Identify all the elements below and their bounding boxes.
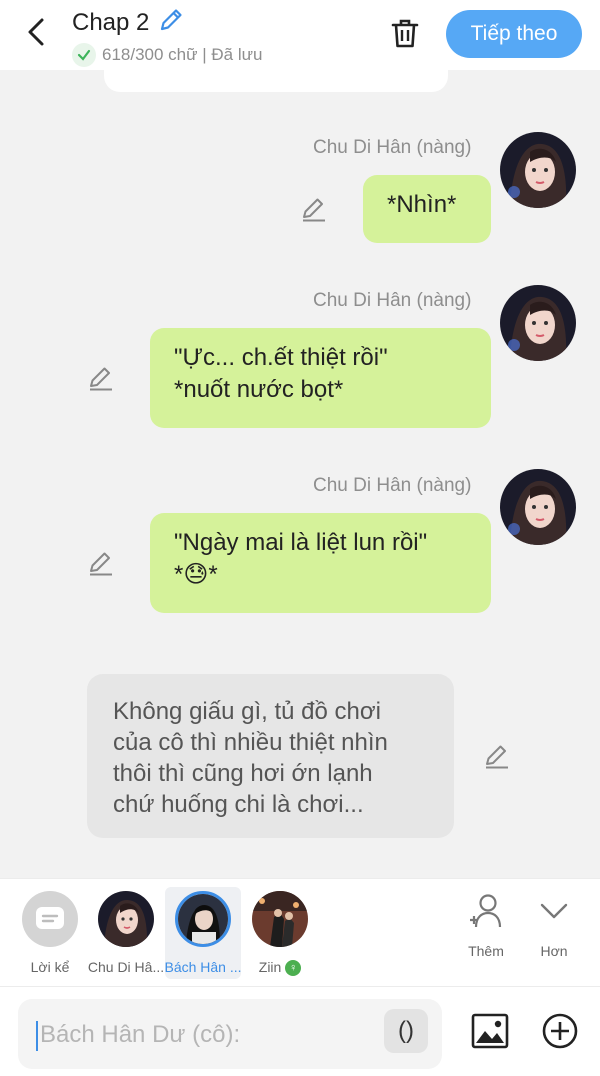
- message-bubble[interactable]: *Nhìn*: [363, 175, 491, 243]
- avatar: [252, 891, 308, 947]
- avatar[interactable]: [500, 469, 576, 545]
- chevron-down-icon: [540, 903, 568, 919]
- add-person-icon: [470, 894, 502, 928]
- narration-text-line: của cô thì nhiều thiệt nhìn: [113, 729, 388, 756]
- plus-circle-icon: [542, 1013, 578, 1049]
- character-label: Bách Hân ...: [164, 959, 242, 975]
- message-text-line: "Ực... ch.ết thiệt rồi": [174, 344, 388, 371]
- message-text-line: *nuốt nước bọt*: [174, 376, 344, 403]
- avatar: [175, 891, 231, 947]
- character-badge-icon: ♀: [285, 960, 302, 977]
- compose-bar: Bách Hân Dư (cô): (): [0, 986, 600, 1076]
- insert-image-button[interactable]: [468, 1009, 512, 1053]
- saved-check-icon: [72, 43, 96, 67]
- next-button[interactable]: Tiếp theo: [446, 10, 582, 58]
- back-button[interactable]: [18, 14, 54, 50]
- character-label-text: Ziin: [258, 959, 282, 975]
- edit-title-icon[interactable]: [157, 6, 185, 39]
- avatar: [98, 891, 154, 947]
- message-bubble[interactable]: "Ực... ch.ết thiệt rồi" *nuốt nước bọt*: [150, 328, 491, 428]
- add-button[interactable]: [538, 1009, 582, 1053]
- trash-icon: [391, 19, 419, 48]
- top-bar: Chap 2 618/300 chữ | Đã lưu Tiếp theo: [0, 0, 600, 70]
- more-button[interactable]: Hơn: [526, 893, 582, 959]
- edit-message-icon[interactable]: [87, 364, 115, 392]
- edit-message-icon[interactable]: [300, 195, 328, 223]
- message-input[interactable]: Bách Hân Dư (cô): (): [18, 999, 442, 1069]
- character-narrator[interactable]: Lời kể: [12, 887, 88, 979]
- chapter-title: Chap 2: [72, 8, 150, 36]
- avatar[interactable]: [500, 132, 576, 208]
- message-text-fragment: *: [174, 561, 184, 588]
- avatar[interactable]: [500, 285, 576, 361]
- message-text-fragment: *: [208, 561, 218, 588]
- delete-button[interactable]: [386, 14, 424, 52]
- image-icon: [471, 1013, 509, 1049]
- character-chu-di-han[interactable]: Chu Di Hâ...: [88, 887, 164, 979]
- parentheses-button[interactable]: (): [384, 1009, 428, 1053]
- narration-text-line: thôi thì cũng hơi ớn lạnh: [113, 760, 373, 787]
- character-label: Ziin ♀: [258, 959, 302, 977]
- speaker-name: Chu Di Hân (nàng): [313, 290, 472, 311]
- edit-message-icon[interactable]: [483, 742, 511, 770]
- character-bach-han[interactable]: Bách Hân ...: [164, 887, 242, 979]
- character-label: Chu Di Hâ...: [87, 959, 165, 975]
- speaker-name: Chu Di Hân (nàng): [313, 475, 472, 496]
- edit-message-icon[interactable]: [87, 549, 115, 577]
- message-text-line: "Ngày mai là liệt lun rồi": [174, 529, 428, 556]
- character-selector: Lời kể Chu Di Hâ... Bách Hân ... Ziin ♀ …: [0, 878, 600, 986]
- message-text-line: *😓*: [174, 559, 467, 591]
- chevron-left-icon: [28, 18, 44, 46]
- more-label: Hơn: [540, 943, 568, 959]
- text-caret: [36, 1021, 38, 1051]
- narrator-icon: [22, 891, 78, 947]
- character-ziin[interactable]: Ziin ♀: [242, 887, 318, 979]
- sweat-emoji-icon: 😓: [183, 561, 209, 588]
- narration-text-line: Không giấu gì, tủ đồ chơi: [113, 698, 381, 725]
- add-character-label: Thêm: [468, 943, 504, 959]
- speaker-name: Chu Di Hân (nàng): [313, 137, 472, 158]
- input-placeholder: Bách Hân Dư (cô):: [40, 1021, 241, 1048]
- add-character-button[interactable]: Thêm: [458, 893, 514, 959]
- message-bubble[interactable]: "Ngày mai là liệt lun rồi" *😓*: [150, 513, 491, 613]
- narration-bubble[interactable]: Không giấu gì, tủ đồ chơi của cô thì nhi…: [87, 674, 454, 838]
- chapter-title-block: Chap 2 618/300 chữ | Đã lưu: [72, 6, 262, 67]
- character-label: Lời kể: [30, 959, 70, 975]
- narration-text-line: chứ huống chi là chơi...: [113, 791, 364, 818]
- word-count-status: 618/300 chữ | Đã lưu: [102, 45, 263, 64]
- message-text: *Nhìn*: [387, 191, 457, 218]
